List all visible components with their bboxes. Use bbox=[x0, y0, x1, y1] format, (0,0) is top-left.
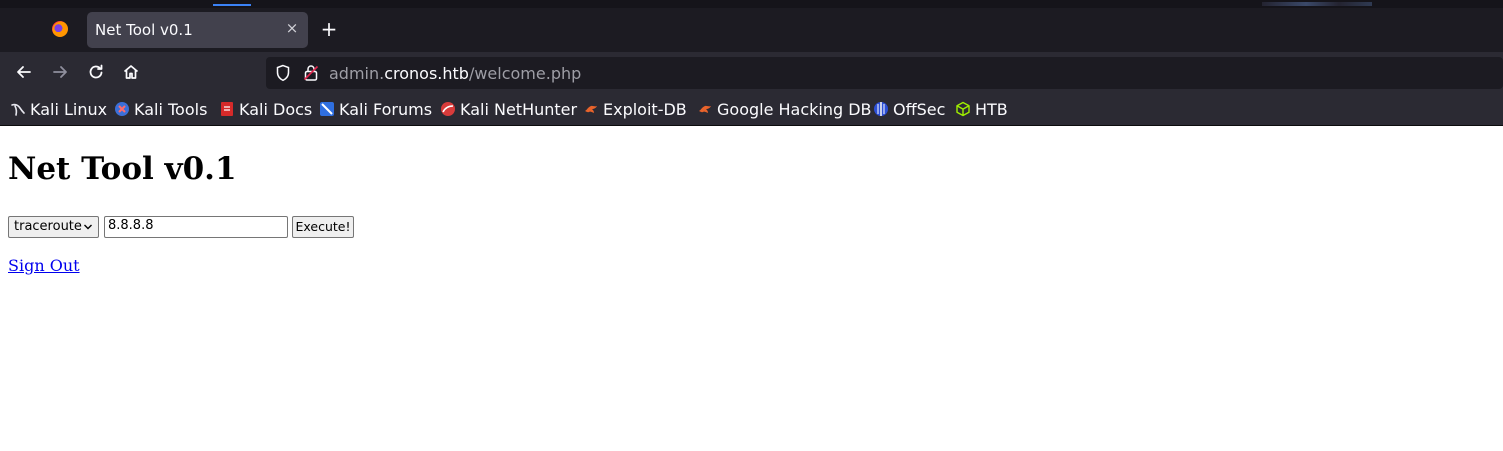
chevron-down-icon bbox=[82, 220, 94, 234]
insecure-lock-icon[interactable] bbox=[303, 64, 319, 82]
bookmarks-toolbar: Kali Linux Kali Tools Kali Docs Kali For… bbox=[0, 92, 1503, 126]
bookmark-label: Exploit-DB bbox=[603, 99, 687, 119]
forward-arrow-icon[interactable] bbox=[50, 62, 70, 82]
bookmark-kali-linux[interactable]: Kali Linux bbox=[10, 99, 107, 119]
exploit-db-icon bbox=[583, 101, 599, 117]
url-text[interactable]: admin.cronos.htb/welcome.php bbox=[329, 64, 581, 83]
tab-strip-artifact bbox=[1262, 2, 1372, 6]
tab-net-tool[interactable]: Net Tool v0.1 × bbox=[87, 12, 308, 48]
address-bar[interactable]: admin.cronos.htb/welcome.php bbox=[266, 57, 1503, 89]
bookmark-kali-tools[interactable]: Kali Tools bbox=[114, 99, 207, 119]
bookmark-kali-nethunter[interactable]: Kali NetHunter bbox=[440, 99, 577, 119]
bookmark-kali-docs[interactable]: Kali Docs bbox=[219, 99, 312, 119]
kali-dragon-icon bbox=[10, 101, 26, 117]
browser-chrome: Net Tool v0.1 × + admin.cronos.htb/welco… bbox=[0, 0, 1503, 126]
accent-line bbox=[213, 4, 251, 6]
command-select-value: traceroute bbox=[14, 219, 82, 234]
bookmark-label: Kali Docs bbox=[239, 99, 313, 119]
new-tab-icon[interactable]: + bbox=[319, 19, 339, 39]
bookmark-label: Kali Forums bbox=[339, 99, 433, 119]
bookmark-label: Kali Tools bbox=[134, 99, 208, 119]
navigation-toolbar: admin.cronos.htb/welcome.php bbox=[0, 52, 1503, 92]
kali-forums-icon bbox=[319, 101, 335, 117]
ghdb-icon bbox=[697, 101, 713, 117]
tab-strip: Net Tool v0.1 × + bbox=[0, 0, 1503, 52]
bookmark-label: HTB bbox=[975, 99, 1008, 119]
reload-icon[interactable] bbox=[86, 62, 106, 82]
url-path: /welcome.php bbox=[468, 64, 582, 83]
bookmark-kali-forums[interactable]: Kali Forums bbox=[319, 99, 432, 119]
kali-nethunter-icon bbox=[440, 101, 456, 117]
home-icon[interactable] bbox=[121, 62, 141, 82]
execute-button[interactable]: Execute! bbox=[292, 216, 354, 238]
firefox-icon[interactable] bbox=[52, 21, 68, 37]
page-title: Net Tool v0.1 bbox=[8, 151, 237, 187]
bookmark-exploit-db[interactable]: Exploit-DB bbox=[583, 99, 687, 119]
bookmark-google-hacking-db[interactable]: Google Hacking DB bbox=[697, 99, 872, 119]
bookmark-htb[interactable]: HTB bbox=[955, 99, 1008, 119]
htb-cube-icon bbox=[955, 101, 971, 117]
bookmark-label: Kali Linux bbox=[30, 99, 108, 119]
tracking-shield-icon[interactable] bbox=[275, 64, 291, 82]
back-arrow-icon[interactable] bbox=[14, 62, 34, 82]
page-content: Net Tool v0.1 traceroute 8.8.8.8 Execute… bbox=[0, 126, 1503, 451]
url-host: cronos.htb bbox=[384, 64, 469, 83]
bookmark-offsec[interactable]: OffSec bbox=[873, 99, 945, 119]
bookmark-label: Google Hacking DB bbox=[717, 99, 872, 119]
url-prefix: admin. bbox=[329, 64, 385, 83]
tab-strip-top-edge bbox=[0, 0, 1503, 8]
tab-title: Net Tool v0.1 bbox=[95, 21, 193, 39]
kali-tools-icon bbox=[114, 101, 130, 117]
command-select[interactable]: traceroute bbox=[8, 216, 99, 238]
bookmark-label: Kali NetHunter bbox=[460, 99, 578, 119]
host-input[interactable]: 8.8.8.8 bbox=[104, 216, 288, 238]
kali-docs-icon bbox=[219, 101, 235, 117]
offsec-icon bbox=[873, 101, 889, 117]
bookmark-label: OffSec bbox=[893, 99, 946, 119]
close-icon[interactable]: × bbox=[284, 20, 300, 36]
sign-out-link[interactable]: Sign Out bbox=[8, 256, 80, 275]
